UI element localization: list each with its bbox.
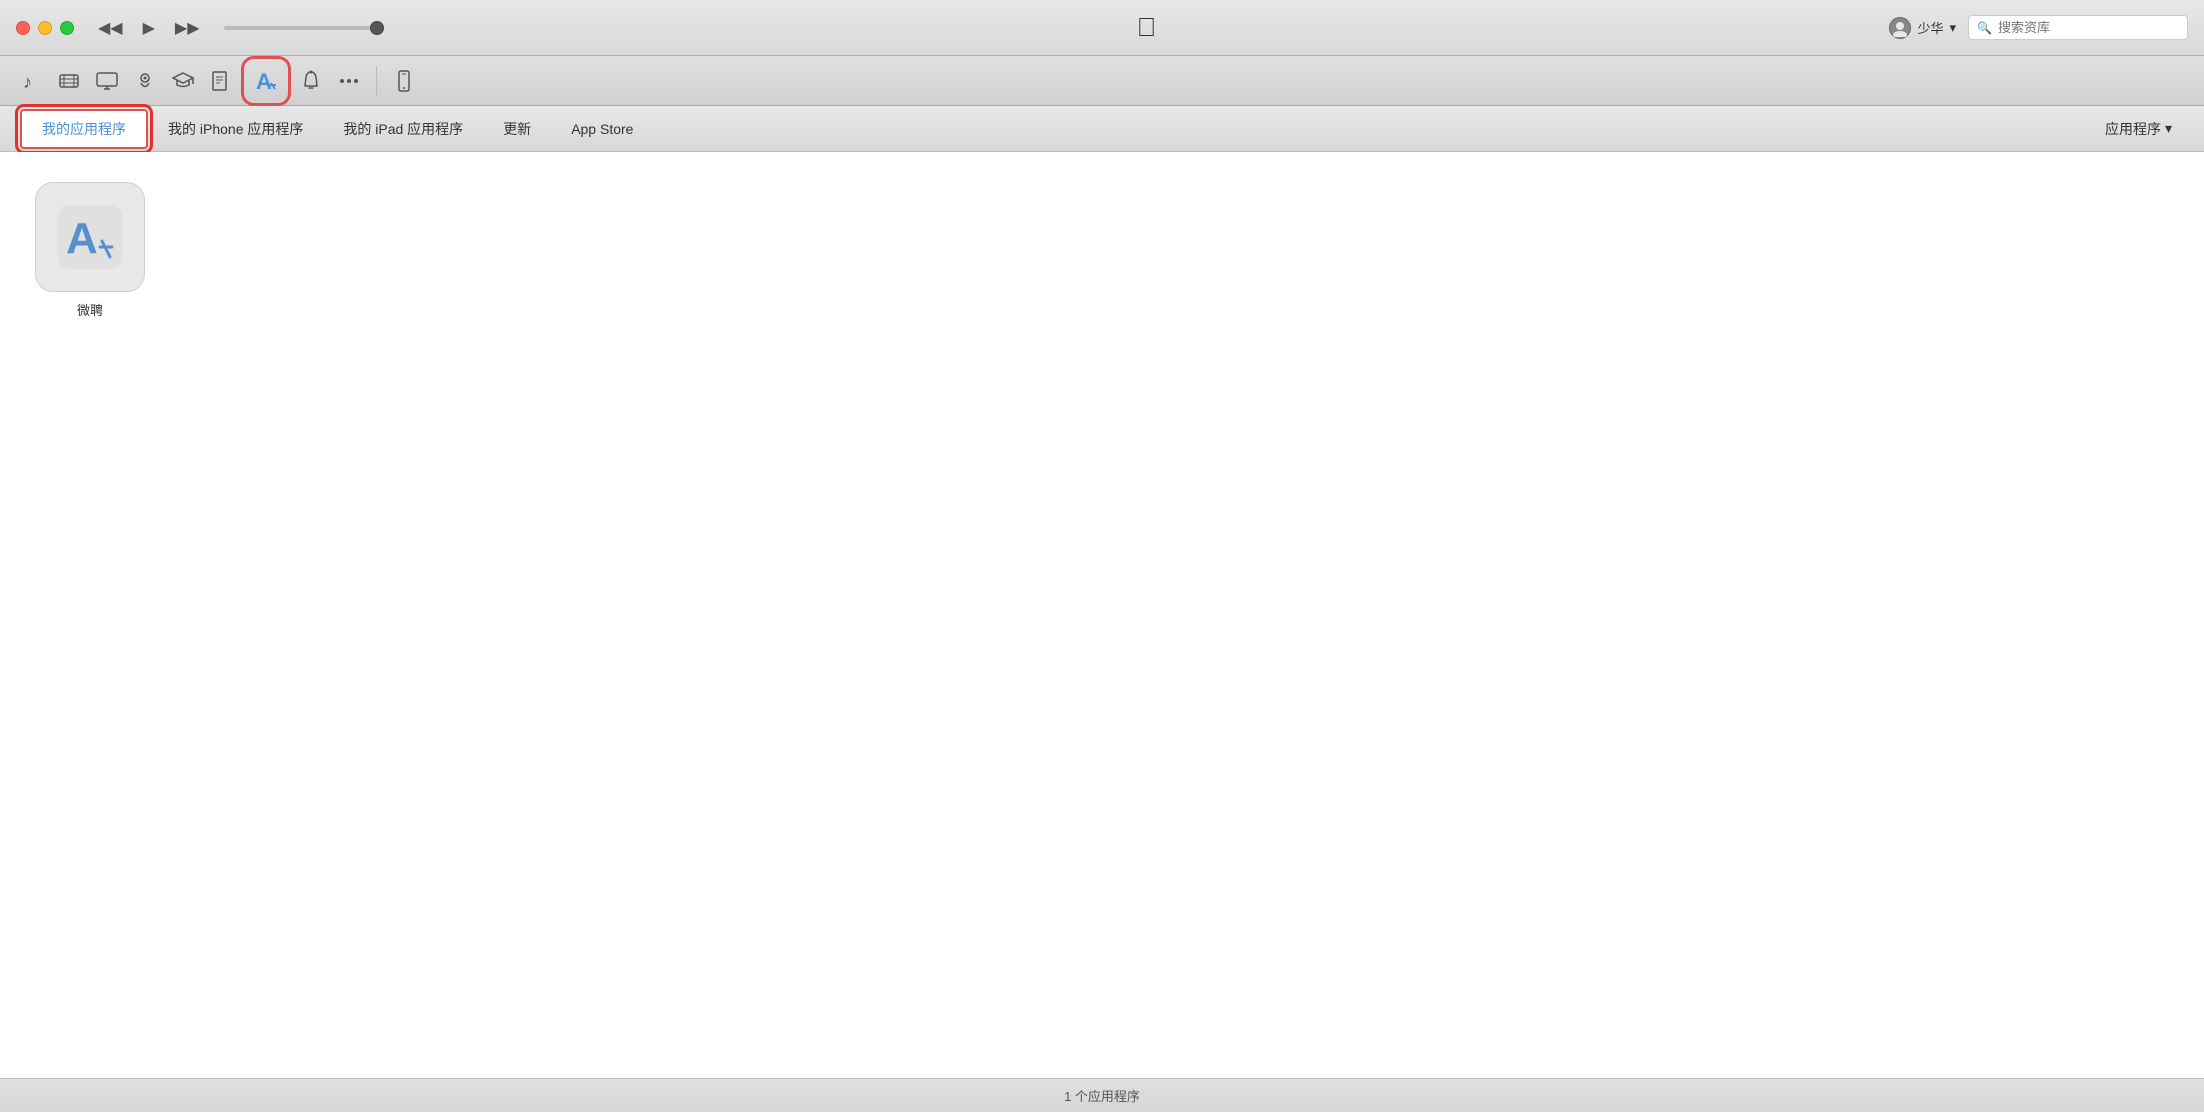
back-button[interactable]: ◀◀ [90,14,131,42]
status-bar: 1 个应用程序 [0,1078,2204,1112]
podcast-tab-icon[interactable] [134,70,156,92]
nav-my-apps[interactable]: 我的应用程序 [20,109,148,149]
progress-track[interactable] [224,26,384,30]
appstore-icon-svg: A [252,67,280,95]
app-dropdown[interactable]: 应用程序 ▾ [2093,113,2184,145]
apple-logo-area:  [404,12,1890,43]
svg-text:A: A [256,69,272,94]
apple-logo:  [1137,12,1157,43]
nav-updates[interactable]: 更新 [483,111,551,147]
user-name: 少华 [1917,18,1943,37]
traffic-lights [16,21,74,35]
search-bar[interactable]: 🔍 [1968,15,2188,40]
secondary-nav: 我的应用程序 我的 iPhone 应用程序 我的 iPad 应用程序 更新 Ap… [0,106,2204,152]
status-text: 1 个应用程序 [1064,1086,1140,1105]
toolbar: ♪ [0,56,2204,106]
music-tab-icon[interactable]: ♪ [20,70,42,92]
close-button[interactable] [16,21,30,35]
user-menu-button[interactable]: 少华 ▾ [1889,17,1956,39]
progress-thumb[interactable] [370,21,384,35]
dropdown-chevron-icon: ▾ [2165,120,2172,137]
appstore-tab-icon[interactable]: A [248,63,284,99]
app-label-weipin: 微聘 [77,300,103,319]
app-item-weipin[interactable]: A 微聘 [30,182,150,319]
user-dropdown-icon: ▾ [1949,20,1956,36]
video-tab-icon[interactable] [58,70,80,92]
nav-ipad-apps[interactable]: 我的 iPad 应用程序 [323,111,483,147]
title-bar: ◀◀ ▶ ▶▶  少华 ▾ 🔍 [0,0,2204,56]
weipin-icon-svg: A [58,205,122,269]
svg-text:♪: ♪ [23,72,32,92]
search-input[interactable] [1998,20,2179,35]
play-button[interactable]: ▶ [135,14,163,42]
app-icon-weipin: A [35,182,145,292]
maximize-button[interactable] [60,21,74,35]
screen-tab-icon[interactable] [96,70,118,92]
device-tab-icon[interactable] [393,70,415,92]
education-tab-icon[interactable] [172,70,194,92]
toolbar-separator [376,66,377,96]
minimize-button[interactable] [38,21,52,35]
forward-button[interactable]: ▶▶ [167,14,208,42]
progress-bar-area [224,26,384,30]
right-controls: 少华 ▾ 🔍 [1889,15,2188,40]
user-avatar [1889,17,1911,39]
svg-text:A: A [66,214,98,263]
nav-controls: ◀◀ ▶ ▶▶ [90,14,208,42]
user-avatar-icon [1891,19,1909,37]
more-tab-icon[interactable] [338,70,360,92]
search-icon: 🔍 [1977,21,1992,35]
nav-appstore[interactable]: App Store [551,113,653,145]
app-dropdown-label: 应用程序 [2105,119,2161,139]
book-tab-icon[interactable] [210,70,232,92]
main-content: A 微聘 [0,152,2204,1078]
bell-tab-icon[interactable] [300,70,322,92]
nav-iphone-apps[interactable]: 我的 iPhone 应用程序 [148,111,323,147]
